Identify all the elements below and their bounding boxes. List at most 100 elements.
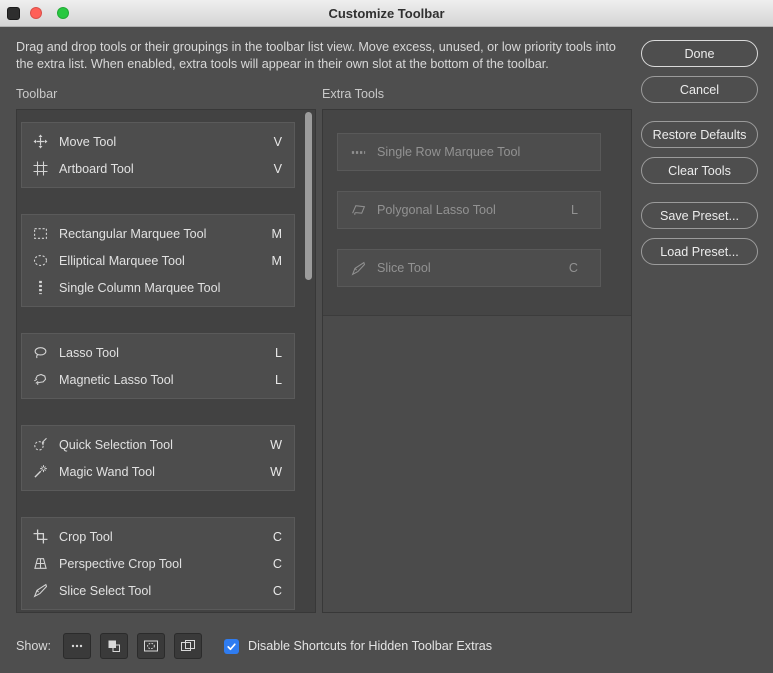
button-group: Done Cancel: [641, 40, 758, 103]
tool-label: Slice Tool: [377, 261, 431, 275]
clear-tools-button[interactable]: Clear Tools: [641, 157, 758, 184]
quick-mask-icon: [143, 638, 159, 654]
button-group: Save Preset... Load Preset...: [641, 202, 758, 265]
cancel-button[interactable]: Cancel: [641, 76, 758, 103]
move-tool-icon: [32, 134, 48, 150]
tool-label: Move Tool: [59, 134, 117, 149]
extra-tools-drop-area[interactable]: [323, 315, 631, 612]
tool-row[interactable]: Perspective Crop Tool C: [22, 550, 294, 577]
disable-shortcuts-checkbox[interactable]: [224, 638, 240, 654]
tool-shortcut: V: [273, 134, 282, 149]
extra-tools-list: Single Row Marquee Tool Polygonal Lasso T…: [322, 109, 632, 613]
tool-shortcut: C: [272, 583, 282, 598]
extra-tools-section-label: Extra Tools: [322, 87, 385, 101]
magic-wand-icon: [32, 464, 48, 480]
show-label: Show:: [16, 639, 52, 653]
single-row-marquee-icon: [350, 144, 366, 160]
tool-shortcut: C: [272, 529, 282, 544]
footer: Show: Disable Shortcuts for Hidden Toolb…: [16, 632, 492, 660]
show-toggle-buttons: [63, 633, 211, 659]
tool-group: Quick Selection Tool W Magic Wand Tool W: [21, 425, 295, 491]
tool-shortcut: V: [273, 161, 282, 176]
zoom-button[interactable]: [57, 7, 69, 19]
tool-label: Perspective Crop Tool: [59, 556, 182, 571]
tool-label: Elliptical Marquee Tool: [59, 253, 185, 268]
action-buttons: Done Cancel Restore Defaults Clear Tools Sav…: [641, 40, 758, 283]
tool-label: Lasso Tool: [59, 345, 119, 360]
tool-row[interactable]: Rectangular Marquee Tool M: [22, 220, 294, 247]
extra-tool-row[interactable]: Single Row Marquee Tool: [337, 133, 601, 171]
elliptical-marquee-icon: [32, 253, 48, 269]
polygonal-lasso-icon: [350, 202, 366, 218]
tool-row[interactable]: Elliptical Marquee Tool M: [22, 247, 294, 274]
close-button[interactable]: [30, 7, 42, 19]
tool-shortcut: L: [274, 372, 282, 387]
tool-label: Rectangular Marquee Tool: [59, 226, 207, 241]
tool-shortcut: C: [568, 261, 578, 275]
magnetic-lasso-icon: [32, 372, 48, 388]
done-button[interactable]: Done: [641, 40, 758, 67]
rectangular-marquee-icon: [32, 226, 48, 242]
tool-label: Single Row Marquee Tool: [377, 145, 521, 159]
tool-row[interactable]: Lasso Tool L: [22, 339, 294, 366]
color-swatches-icon: [106, 638, 122, 654]
tool-row[interactable]: Magnetic Lasso Tool L: [22, 366, 294, 393]
tool-shortcut: L: [274, 345, 282, 360]
slice-tool-icon: [350, 260, 366, 276]
tool-shortcut: M: [271, 226, 283, 241]
window-proxy-icon: [7, 6, 20, 20]
tool-group: Move Tool V Artboard Tool V: [21, 122, 295, 188]
tool-label: Quick Selection Tool: [59, 437, 173, 452]
toolbar-list: Move Tool V Artboard Tool V Rectangular Marq…: [16, 109, 316, 613]
tool-group: Lasso Tool L Magnetic Lasso Tool L: [21, 333, 295, 399]
tool-label: Magnetic Lasso Tool: [59, 372, 174, 387]
tool-label: Magic Wand Tool: [59, 464, 155, 479]
titlebar: Customize Toolbar: [0, 0, 773, 27]
tool-row[interactable]: Quick Selection Tool W: [22, 431, 294, 458]
disable-shortcuts-row[interactable]: Disable Shortcuts for Hidden Toolbar Ext…: [224, 638, 492, 654]
crop-icon: [32, 529, 48, 545]
screen-mode-icon: [180, 638, 196, 654]
extra-tool-row[interactable]: Slice Tool C: [337, 249, 601, 287]
tool-label: Polygonal Lasso Tool: [377, 203, 496, 217]
save-preset-button[interactable]: Save Preset...: [641, 202, 758, 229]
tool-shortcut: M: [271, 253, 283, 268]
extra-tool-row[interactable]: Polygonal Lasso Tool L: [337, 191, 601, 229]
toolbar-extras-toggle[interactable]: [63, 633, 92, 659]
tool-shortcut: W: [270, 464, 282, 479]
toolbar-column: Toolbar Move Tool V Artboard Tool V Rectangu…: [16, 87, 316, 613]
customize-toolbar-dialog: Customize Toolbar Drag and drop tools or…: [0, 0, 773, 673]
artboard-tool-icon: [32, 161, 48, 177]
lasso-icon: [32, 345, 48, 361]
tool-shortcut: W: [270, 437, 282, 452]
tool-row[interactable]: Artboard Tool V: [22, 155, 294, 182]
screen-mode-toggle[interactable]: [174, 633, 203, 659]
restore-defaults-button[interactable]: Restore Defaults: [641, 121, 758, 148]
tool-group: Crop Tool C Perspective Crop Tool C Slice Se…: [21, 517, 295, 610]
tool-label: Artboard Tool: [59, 161, 134, 176]
quick-selection-icon: [32, 437, 48, 453]
tool-row[interactable]: Slice Select Tool C: [22, 577, 294, 604]
tool-label: Single Column Marquee Tool: [59, 280, 221, 295]
tool-label: Crop Tool: [59, 529, 113, 544]
ellipsis-icon: [69, 638, 85, 654]
slice-select-icon: [32, 583, 48, 599]
instructions-text: Drag and drop tools or their groupings i…: [16, 40, 616, 71]
tool-row[interactable]: Move Tool V: [22, 128, 294, 155]
tool-row[interactable]: Magic Wand Tool W: [22, 458, 294, 485]
traffic-lights: [7, 0, 69, 26]
tool-row[interactable]: Crop Tool C: [22, 523, 294, 550]
color-controls-toggle[interactable]: [100, 633, 129, 659]
single-column-marquee-icon: [32, 280, 48, 296]
quick-mask-toggle[interactable]: [137, 633, 166, 659]
load-preset-button[interactable]: Load Preset...: [641, 238, 758, 265]
tool-shortcut: L: [570, 203, 578, 217]
tool-row[interactable]: Single Column Marquee Tool: [22, 274, 294, 301]
scrollbar-thumb[interactable]: [305, 112, 312, 280]
perspective-crop-icon: [32, 556, 48, 572]
tool-shortcut: C: [272, 556, 282, 571]
extra-tools-column: Extra Tools Single Row Marquee Tool Polyg…: [322, 87, 632, 613]
tool-label: Slice Select Tool: [59, 583, 152, 598]
toolbar-scrollbar[interactable]: [304, 112, 313, 610]
toolbar-section-label: Toolbar: [16, 87, 58, 101]
